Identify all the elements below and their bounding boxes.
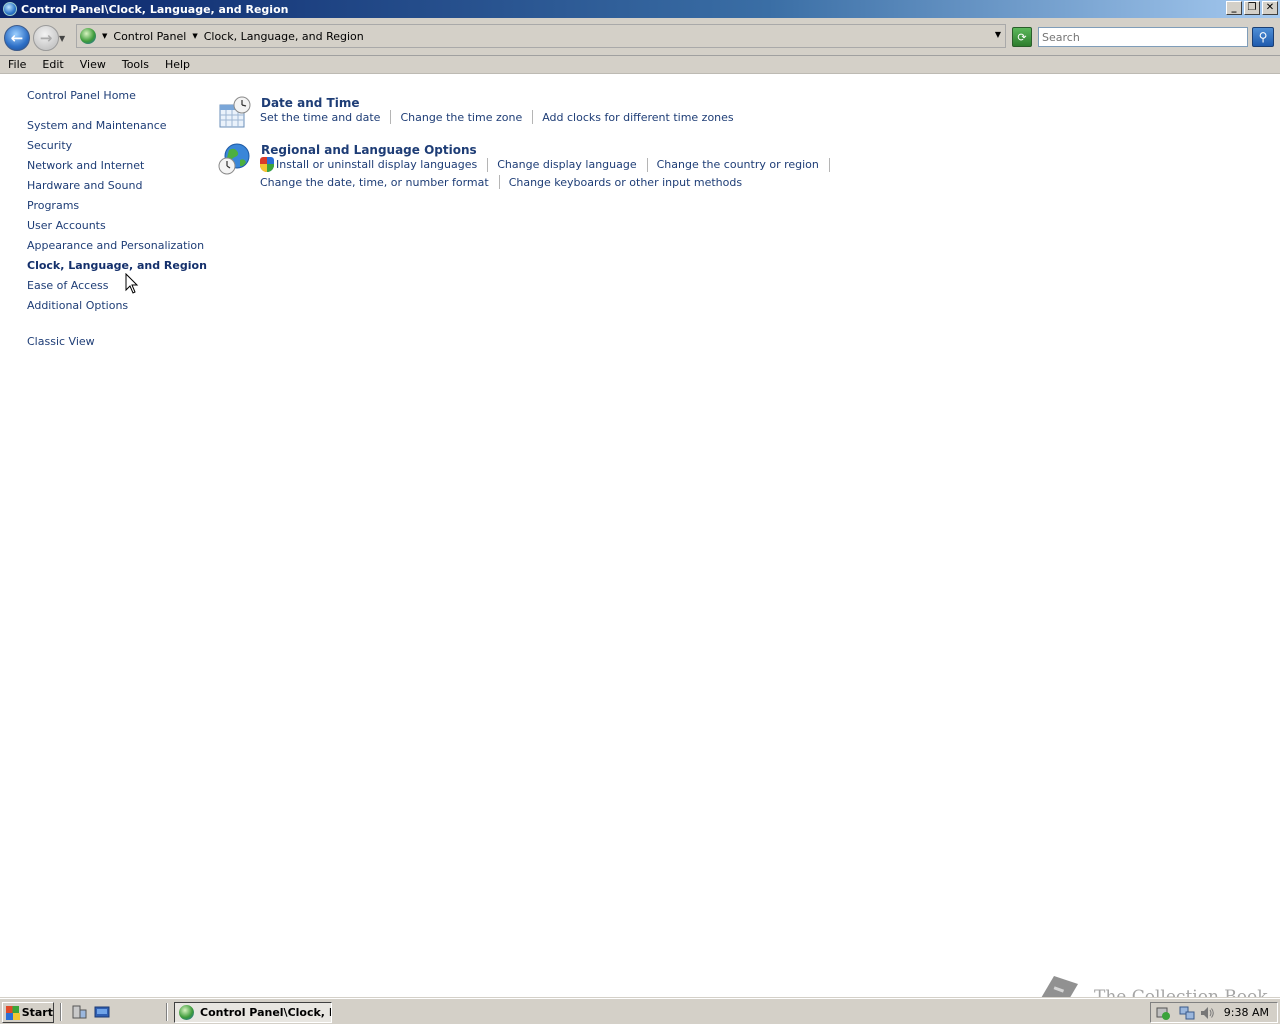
window-title: Control Panel\Clock, Language, and Regio…	[21, 2, 289, 16]
category-regional-language: Regional and Language Options Install or…	[218, 142, 830, 192]
system-tray: 9:38 AM	[1150, 1002, 1278, 1023]
nav-programs[interactable]: Programs	[27, 199, 207, 219]
quick-launch-divider	[166, 1003, 168, 1021]
task-install-uninstall-languages[interactable]: Install or uninstall display languages	[276, 158, 477, 171]
start-label: Start	[21, 1006, 53, 1019]
breadcrumb-control-panel[interactable]: Control Panel	[113, 30, 186, 43]
control-panel-address-icon	[80, 28, 96, 44]
nav-hardware-and-sound[interactable]: Hardware and Sound	[27, 179, 207, 199]
task-divider	[487, 157, 489, 172]
taskbar-clock[interactable]: 9:38 AM	[1224, 1006, 1269, 1019]
task-divider	[828, 157, 830, 172]
security-center-icon[interactable]	[1155, 1005, 1171, 1021]
nav-appearance-and-personalization[interactable]: Appearance and Personalization	[27, 239, 207, 259]
task-set-time-and-date[interactable]: Set the time and date	[260, 111, 380, 124]
volume-icon[interactable]	[1199, 1005, 1215, 1021]
recent-pages-dropdown-icon[interactable]: ▼	[59, 34, 65, 43]
back-button[interactable]: ←	[4, 25, 30, 51]
task-divider	[390, 110, 392, 124]
nav-clock-language-region[interactable]: Clock, Language, and Region	[27, 259, 207, 279]
nav-control-panel-home[interactable]: Control Panel Home	[27, 89, 207, 109]
menu-edit[interactable]: Edit	[34, 58, 71, 71]
task-change-time-zone[interactable]: Change the time zone	[400, 111, 522, 124]
task-divider	[498, 175, 500, 189]
taskbar-window-control-panel[interactable]: Control Panel\Clock, L...	[174, 1002, 332, 1023]
mouse-cursor-icon	[125, 273, 139, 294]
address-dropdown-icon[interactable]: ▼	[995, 30, 1001, 39]
task-change-date-time-number-format[interactable]: Change the date, time, or number format	[260, 176, 489, 189]
uac-shield-icon	[260, 157, 274, 172]
nav-ease-of-access[interactable]: Ease of Access	[27, 279, 207, 299]
nav-classic-view[interactable]: Classic View	[27, 335, 207, 355]
control-panel-icon	[3, 2, 17, 16]
breadcrumb-chevron-icon[interactable]: ▼	[102, 32, 107, 40]
task-change-display-language[interactable]: Change display language	[497, 158, 636, 171]
window-title-bar[interactable]: Control Panel\Clock, Language, and Regio…	[0, 0, 1280, 18]
show-desktop-icon[interactable]	[94, 1004, 110, 1020]
task-divider	[646, 157, 648, 172]
taskbar-window-label: Control Panel\Clock, L...	[200, 1006, 331, 1019]
address-bar[interactable]: ▼ Control Panel ▼ Clock, Language, and R…	[76, 24, 1006, 48]
task-divider	[532, 110, 534, 124]
close-button[interactable]: ✕	[1262, 1, 1278, 15]
regional-language-tasks-row1: Install or uninstall display languages C…	[260, 157, 839, 172]
calendar-clock-icon[interactable]	[218, 96, 252, 130]
search-box[interactable]	[1038, 27, 1248, 47]
nav-network-and-internet[interactable]: Network and Internet	[27, 159, 207, 179]
globe-clock-icon[interactable]	[218, 142, 252, 176]
taskbar: Start Control Panel\Clock, L... 9:38 AM	[0, 998, 1280, 1024]
nav-security[interactable]: Security	[27, 139, 207, 159]
menu-file[interactable]: File	[0, 58, 34, 71]
regional-language-tasks-row2: Change the date, time, or number format …	[260, 175, 742, 189]
forward-button[interactable]: →	[33, 25, 59, 51]
menu-tools[interactable]: Tools	[114, 58, 157, 71]
nav-user-accounts[interactable]: User Accounts	[27, 219, 207, 239]
network-icon[interactable]	[1179, 1005, 1195, 1021]
regional-language-title[interactable]: Regional and Language Options	[261, 143, 477, 157]
menu-help[interactable]: Help	[157, 58, 198, 71]
navigation-bar: ← → ▼ ▼ Control Panel ▼ Clock, Language,…	[0, 18, 1280, 56]
server-manager-icon[interactable]	[71, 1004, 87, 1020]
quick-launch-divider	[60, 1003, 62, 1021]
menu-view[interactable]: View	[72, 58, 114, 71]
windows-logo-icon	[6, 1005, 20, 1020]
window-controls: _ ❐ ✕	[1226, 1, 1278, 15]
start-button[interactable]: Start	[2, 1002, 54, 1023]
task-add-clocks[interactable]: Add clocks for different time zones	[542, 111, 733, 124]
nav-additional-options[interactable]: Additional Options	[27, 299, 207, 319]
breadcrumb-chevron-icon[interactable]: ▼	[192, 32, 197, 40]
task-change-keyboards[interactable]: Change keyboards or other input methods	[509, 176, 742, 189]
minimize-button[interactable]: _	[1226, 1, 1242, 15]
nav-system-and-maintenance[interactable]: System and Maintenance	[27, 119, 207, 139]
left-navigation: Control Panel Home System and Maintenanc…	[27, 89, 207, 355]
restore-button[interactable]: ❐	[1244, 1, 1260, 15]
menu-bar: File Edit View Tools Help	[0, 56, 1280, 74]
breadcrumb-current[interactable]: Clock, Language, and Region	[204, 30, 364, 43]
refresh-button[interactable]: ⟳	[1012, 27, 1032, 47]
date-and-time-title[interactable]: Date and Time	[261, 96, 359, 110]
search-input[interactable]	[1039, 28, 1247, 46]
category-date-and-time: Date and Time Set the time and date Chan…	[218, 96, 738, 132]
search-button[interactable]: ⚲	[1252, 27, 1274, 47]
date-and-time-tasks: Set the time and date Change the time zo…	[260, 110, 734, 124]
task-change-country-region[interactable]: Change the country or region	[657, 158, 819, 171]
control-panel-icon	[179, 1005, 194, 1020]
